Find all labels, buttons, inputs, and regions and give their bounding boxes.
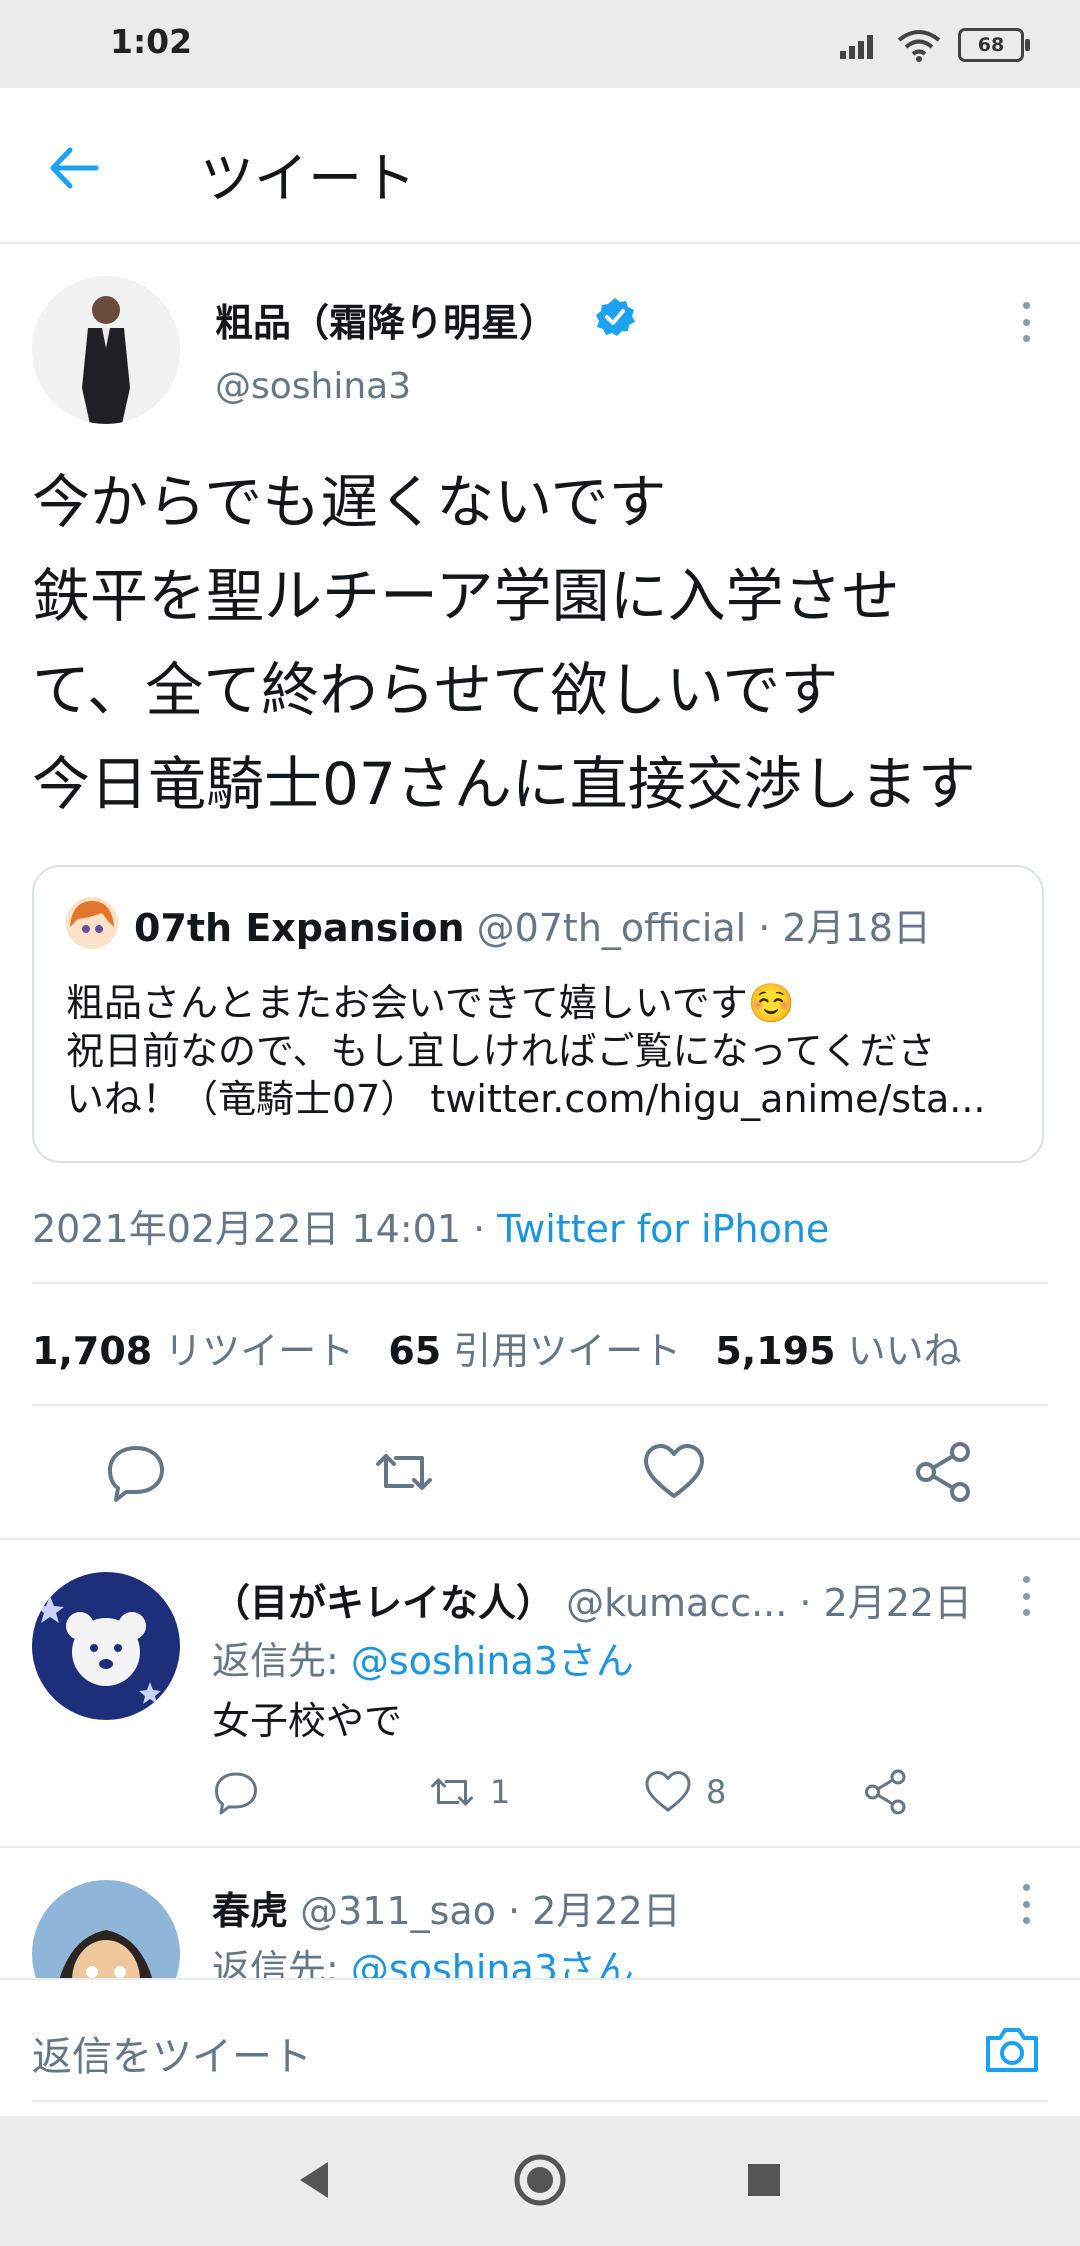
retweet-icon <box>431 1778 473 1806</box>
reply-like-count: 8 <box>706 1773 727 1811</box>
system-nav-bar <box>0 2116 1080 2246</box>
tweet-text: 今からでも遅くないです 鉄平を聖ルチーア学園に入学させ て、全て終わらせて欲しい… <box>32 455 1052 831</box>
quoted-author-meta: @07th_official · 2月18日 <box>464 906 931 950</box>
reply-input-underline <box>32 2100 1048 2102</box>
quoted-author-name: 07th Expansion <box>134 906 465 950</box>
reply-to-prefix: 返信先: <box>212 1639 351 1683</box>
wifi-icon <box>897 30 941 62</box>
reply-text: 女子校やで <box>212 1699 403 1743</box>
verified-badge-icon <box>596 298 635 336</box>
reply-header: 春虎 @311_sao · 2月22日 <box>212 1880 681 1935</box>
kebab-menu-icon[interactable] <box>1020 1884 1032 1924</box>
reply-action-like[interactable]: 8 <box>644 1768 726 1816</box>
divider <box>0 1538 1080 1540</box>
quote-count: 65 <box>388 1329 442 1373</box>
quote-stat[interactable]: 65 引用ツイート <box>388 1320 681 1375</box>
retweet-icon[interactable] <box>372 1440 436 1504</box>
quoted-text-line: いね！（竜騎士07） twitter.com/higu_anime/sta... <box>66 1077 986 1121</box>
status-bar: 1:02 68 <box>0 0 1080 88</box>
like-label: いいね <box>847 1329 962 1373</box>
reply-to-mention[interactable]: @soshina3さん <box>351 1639 634 1683</box>
like-icon <box>645 1771 691 1812</box>
tweet-text-line: て、全て終わらせて欲しいです <box>32 656 839 724</box>
reply-meta: @311_sao · 2月22日 <box>288 1889 681 1933</box>
reply-composer-bar: 返信をツイート <box>0 1978 1080 2118</box>
quoted-author-avatar <box>66 897 118 949</box>
kebab-menu-icon[interactable] <box>1020 302 1032 342</box>
quote-label: 引用ツイート <box>453 1329 682 1373</box>
author-name[interactable]: 粗品（霜降り明星） <box>215 292 557 347</box>
status-icons: 68 <box>840 28 1030 62</box>
reply-header: （目がキレイな人） @kumacc... · 2月22日 <box>212 1572 972 1627</box>
reply-icon <box>215 1772 257 1815</box>
quoted-tweet-header: 07th Expansion @07th_official · 2月18日 <box>134 897 931 952</box>
tweet-stats: 1,708 リツイート 65 引用ツイート 5,195 いいね <box>32 1320 996 1375</box>
reply-retweet-count: 1 <box>490 1773 511 1811</box>
tweet-text-line: 今日竜騎士07さんに直接交渉します <box>32 750 976 818</box>
timestamp-text: 2021年02月22日 14:01 · <box>32 1207 498 1251</box>
reply-action-retweet[interactable]: 1 <box>428 1768 510 1816</box>
battery-icon: 68 <box>958 28 1030 62</box>
source-link[interactable]: Twitter for iPhone <box>497 1207 829 1251</box>
reply-icon[interactable] <box>104 1440 168 1504</box>
retweet-stat[interactable]: 1,708 リツイート <box>32 1320 354 1375</box>
back-arrow-icon[interactable] <box>44 138 104 198</box>
divider <box>32 1404 1048 1406</box>
like-count: 5,195 <box>715 1329 836 1373</box>
reply-action-share[interactable] <box>862 1768 910 1816</box>
reply-meta: @kumacc... · 2月22日 <box>554 1581 973 1625</box>
like-icon[interactable] <box>642 1440 706 1504</box>
reply-action-reply[interactable] <box>212 1768 260 1816</box>
tweet-text-line: 鉄平を聖ルチーア学園に入学させ <box>32 562 900 630</box>
quoted-text-line: 祝日前なので、もし宜しければご覧になってくださ <box>66 1029 936 1073</box>
retweet-label: リツイート <box>164 1329 355 1373</box>
like-stat[interactable]: 5,195 いいね <box>715 1320 961 1375</box>
share-icon[interactable] <box>912 1440 976 1504</box>
tweet-text-line: 今からでも遅くないです <box>32 468 667 536</box>
divider <box>0 1846 1080 1848</box>
tweet-timestamp: 2021年02月22日 14:01 · Twitter for iPhone <box>32 1198 829 1253</box>
reply-avatar[interactable] <box>32 1572 180 1720</box>
signal-icon <box>840 35 873 59</box>
share-icon <box>865 1769 906 1815</box>
quoted-tweet-text: 粗品さんとまたお会いできて嬉しいです☺️ 祝日前なので、もし宜しければご覧になっ… <box>66 979 1026 1123</box>
reply-to: 返信先: @soshina3さん <box>212 1630 634 1685</box>
quoted-tweet-card[interactable]: 07th Expansion @07th_official · 2月18日 粗品… <box>32 865 1044 1163</box>
reply-input[interactable]: 返信をツイート <box>32 2024 312 2082</box>
retweet-count: 1,708 <box>32 1329 153 1373</box>
quoted-text-line: 粗品さんとまたお会いできて嬉しいです☺️ <box>66 981 796 1025</box>
reply-author-name[interactable]: 春虎 <box>212 1889 288 1933</box>
divider <box>32 1282 1048 1284</box>
author-handle[interactable]: @soshina3 <box>215 366 411 407</box>
app-header: ツイート <box>0 88 1080 244</box>
reply-author-name[interactable]: （目がキレイな人） <box>212 1581 554 1625</box>
nav-recents-icon[interactable] <box>734 2150 794 2210</box>
author-avatar[interactable] <box>32 276 180 424</box>
camera-icon[interactable] <box>982 2020 1042 2080</box>
status-time: 1:02 <box>110 22 193 61</box>
page-title: ツイート <box>200 147 416 210</box>
kebab-menu-icon[interactable] <box>1020 1576 1032 1616</box>
nav-home-icon[interactable] <box>510 2150 570 2210</box>
nav-back-icon[interactable] <box>284 2150 344 2210</box>
